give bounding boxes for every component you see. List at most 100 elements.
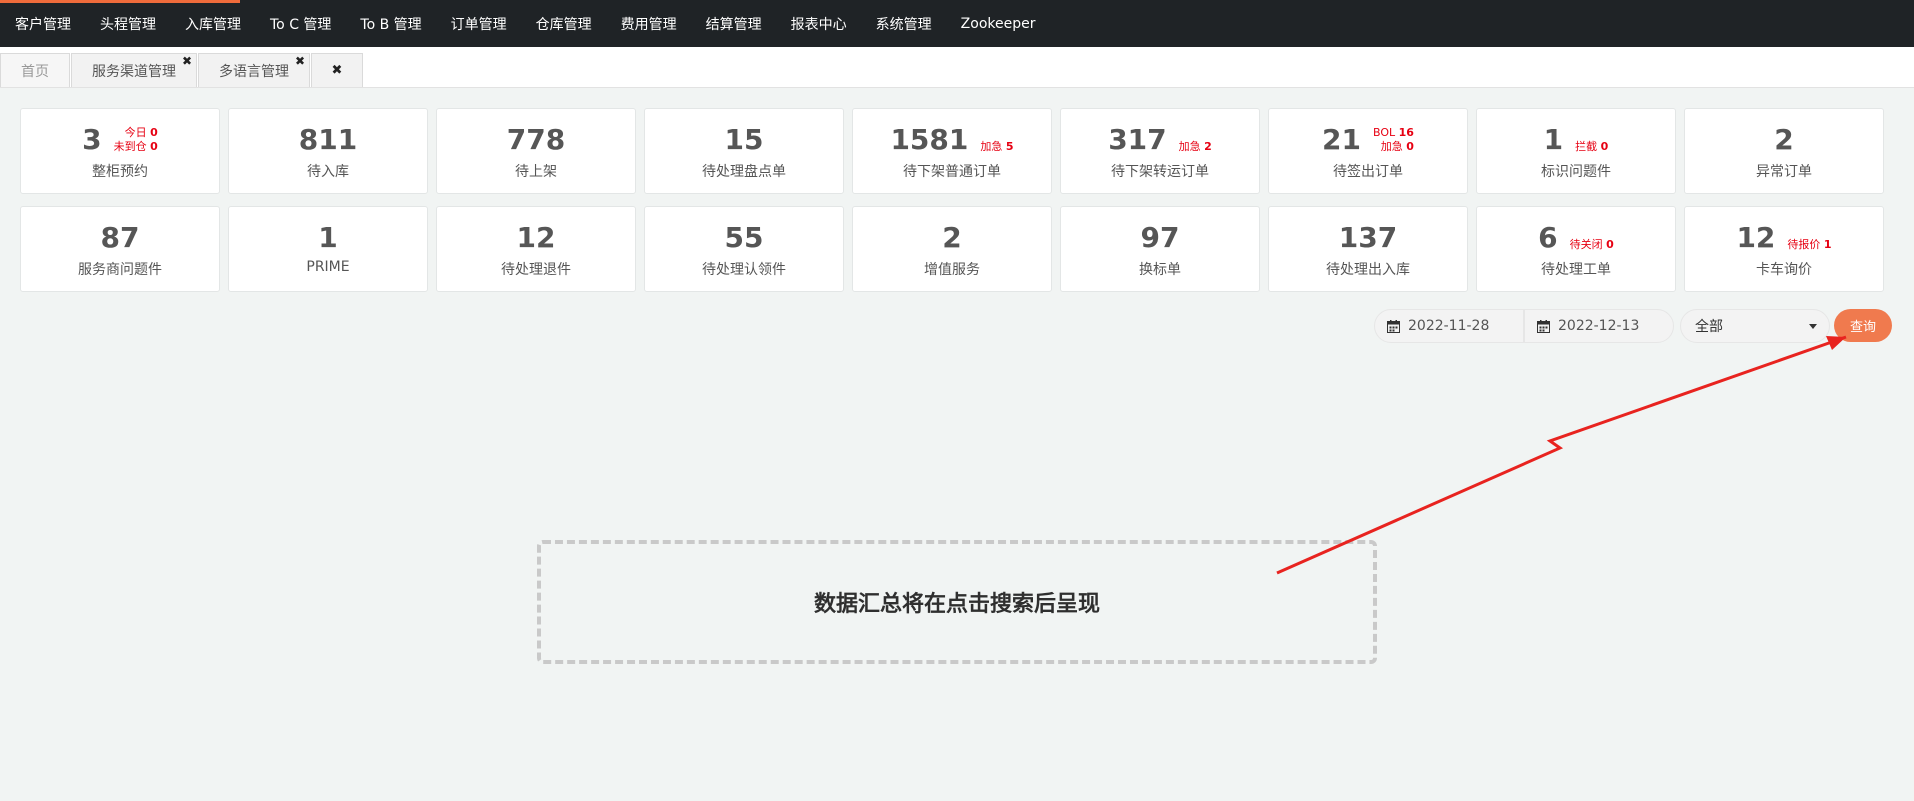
stat-card[interactable]: 12 待处理退件 — [436, 206, 636, 292]
stat-value: 3 — [82, 123, 102, 156]
stat-value: 12 — [1736, 221, 1776, 254]
stat-card[interactable]: 97 换标单 — [1060, 206, 1260, 292]
arrow-line — [1276, 335, 1847, 575]
tab-home[interactable]: 首页 — [0, 53, 70, 87]
stat-label: 待处理盘点单 — [702, 164, 786, 180]
tab-multilanguage[interactable]: 多语言管理 ✖ — [198, 53, 310, 87]
stat-sub-counts: 拦截 0 — [1575, 140, 1608, 154]
stat-sub-counts: 今日 0 未到仓 0 — [114, 126, 158, 154]
stat-value-row: 6 待关闭 0 — [1477, 222, 1675, 254]
caret-down-icon — [1809, 324, 1817, 329]
stat-label: 增值服务 — [924, 262, 980, 278]
stat-label: 异常订单 — [1756, 164, 1812, 180]
stat-sub-counts: BOL 16 加急 0 — [1373, 126, 1414, 154]
nav-item[interactable]: 订单管理 — [451, 14, 507, 34]
end-date-input[interactable]: 2022-12-13 — [1524, 309, 1674, 343]
start-date-input[interactable]: 2022-11-28 — [1374, 309, 1524, 343]
stat-value: 1581 — [890, 123, 969, 156]
stat-sub-counts: 待关闭 0 — [1570, 238, 1614, 252]
close-icon[interactable]: ✖ — [182, 54, 192, 68]
stat-card[interactable]: 2 异常订单 — [1684, 108, 1884, 194]
nav-item[interactable]: 系统管理 — [876, 14, 932, 34]
stat-sub-line: 加急 5 — [980, 140, 1013, 154]
stat-card[interactable]: 137 待处理出入库 — [1268, 206, 1468, 292]
top-navigation-bar: 客户管理 头程管理 入库管理 To C 管理 To B 管理 订单管理 仓库管理 费用管理 结算… — [0, 0, 1914, 47]
stat-card[interactable]: 6 待关闭 0 待处理工单 — [1476, 206, 1676, 292]
stat-value-row: 778 — [437, 124, 635, 156]
stat-sub-counts: 加急 5 — [980, 140, 1013, 154]
stat-value: 2 — [1774, 123, 1794, 156]
nav-item[interactable]: 仓库管理 — [536, 14, 592, 34]
nav-item[interactable]: 入库管理 — [185, 14, 241, 34]
stat-card[interactable]: 1 拦截 0 标识问题件 — [1476, 108, 1676, 194]
stat-sub-line: 加急 2 — [1179, 140, 1212, 154]
close-icon: ✖ — [331, 63, 343, 78]
nav-item[interactable]: To C 管理 — [270, 14, 331, 34]
stat-value-row: 317 加急 2 — [1061, 124, 1259, 156]
tab-service-channel[interactable]: 服务渠道管理 ✖ — [71, 53, 197, 87]
stat-value: 87 — [100, 221, 140, 254]
calendar-icon — [1537, 319, 1550, 333]
stat-sub-line: 待报价 1 — [1787, 238, 1831, 252]
stat-label: 卡车询价 — [1756, 262, 1812, 278]
tab-label: 多语言管理 — [219, 63, 289, 80]
stat-card[interactable]: 317 加急 2 待下架转运订单 — [1060, 108, 1260, 194]
nav-item[interactable]: 结算管理 — [706, 14, 762, 34]
stat-label: PRIME — [306, 259, 350, 275]
stat-label: 待签出订单 — [1333, 164, 1403, 180]
stat-card[interactable]: 15 待处理盘点单 — [644, 108, 844, 194]
stat-card[interactable]: 55 待处理认领件 — [644, 206, 844, 292]
stat-label: 待处理退件 — [501, 262, 571, 278]
stat-sub-label: 未到仓 — [113, 140, 147, 153]
stat-sub-label: 加急 — [1380, 140, 1403, 153]
nav-item[interactable]: 报表中心 — [791, 14, 847, 34]
close-all-tabs-button[interactable]: ✖ — [311, 53, 363, 87]
stat-value-row: 3 今日 0 未到仓 0 — [21, 124, 219, 156]
stat-label: 待处理认领件 — [702, 262, 786, 278]
stat-value: 317 — [1108, 123, 1167, 156]
stat-value-row: 2 — [853, 222, 1051, 254]
nav-item[interactable]: To B 管理 — [360, 14, 421, 34]
stat-sub-number: 16 — [1398, 126, 1414, 139]
stat-card[interactable]: 12 待报价 1 卡车询价 — [1684, 206, 1884, 292]
stat-value-row: 97 — [1061, 222, 1259, 254]
stat-card[interactable]: 87 服务商问题件 — [20, 206, 220, 292]
nav-item[interactable]: 头程管理 — [100, 14, 156, 34]
stat-card[interactable]: 1 PRIME — [228, 206, 428, 292]
stat-value: 97 — [1140, 221, 1180, 254]
nav-item[interactable]: Zookeeper — [961, 16, 1036, 32]
stat-sub-number: 2 — [1204, 140, 1212, 153]
stat-card[interactable]: 778 待上架 — [436, 108, 636, 194]
stat-card[interactable]: 21 BOL 16 加急 0 待签出订单 — [1268, 108, 1468, 194]
stat-label: 服务商问题件 — [78, 262, 162, 278]
stat-value-row: 137 — [1269, 222, 1467, 254]
nav-item[interactable]: 客户管理 — [15, 14, 71, 34]
stat-sub-number: 0 — [150, 140, 158, 153]
start-date-value: 2022-11-28 — [1408, 318, 1490, 334]
stat-card[interactable]: 3 今日 0 未到仓 0 整柜预约 — [20, 108, 220, 194]
nav-accent-line — [0, 0, 240, 3]
stat-card[interactable]: 1581 加急 5 待下架普通订单 — [852, 108, 1052, 194]
stat-sub-number: 0 — [1600, 140, 1609, 153]
stat-sub-line: 待关闭 0 — [1570, 238, 1614, 252]
stat-label: 换标单 — [1139, 262, 1181, 278]
stat-sub-line: 拦截 0 — [1575, 140, 1608, 154]
type-select[interactable]: 全部 — [1680, 309, 1830, 343]
stat-sub-label: 待报价 — [1787, 238, 1821, 251]
close-icon[interactable]: ✖ — [295, 54, 305, 68]
stat-value: 778 — [506, 123, 566, 156]
nav-item[interactable]: 费用管理 — [621, 14, 677, 34]
stat-value: 55 — [724, 221, 764, 254]
stat-value: 137 — [1338, 221, 1398, 254]
stat-value: 1 — [318, 221, 338, 254]
stat-card[interactable]: 811 待入库 — [228, 108, 428, 194]
stat-card[interactable]: 2 增值服务 — [852, 206, 1052, 292]
stat-sub-number: 0 — [150, 126, 158, 139]
stat-value-row: 15 — [645, 124, 843, 156]
stat-value: 15 — [724, 123, 764, 156]
stat-value-row: 1 拦截 0 — [1477, 124, 1675, 156]
query-button[interactable]: 查询 — [1834, 309, 1892, 342]
stat-sub-number: 1 — [1823, 238, 1832, 251]
stat-value-row: 811 — [229, 124, 427, 156]
stat-label: 待处理工单 — [1541, 262, 1611, 278]
